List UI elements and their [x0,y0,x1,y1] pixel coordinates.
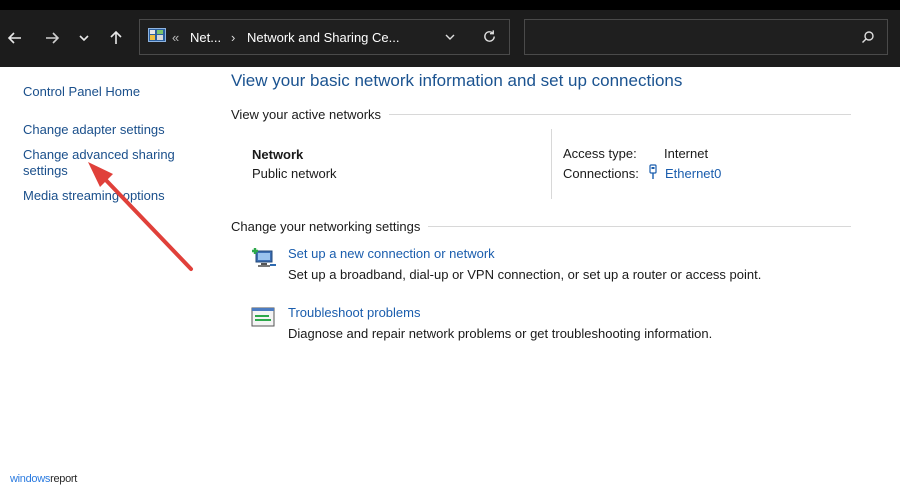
breadcrumb-network-sharing-center[interactable]: Network and Sharing Ce... [247,30,399,45]
title-bar-strip [0,0,900,10]
advanced-sharing-line-1: Change advanced sharing [23,147,175,162]
back-button[interactable] [3,26,27,50]
up-button[interactable] [104,26,128,50]
ethernet-icon [648,164,658,183]
connections-label: Connections: [563,166,639,181]
address-dropdown-button[interactable] [444,31,456,46]
breadcrumb-network[interactable]: Net... [190,30,221,45]
new-connection-icon [250,245,278,274]
navigation-toolbar: « Net... › Network and Sharing Ce... [0,10,900,67]
change-adapter-settings-link[interactable]: Change adapter settings [23,122,165,138]
media-streaming-options-link[interactable]: Media streaming options [23,188,165,204]
breadcrumb-separator[interactable]: › [231,30,235,45]
network-category-link[interactable]: Public network [252,166,337,181]
recent-locations-button[interactable] [72,26,96,50]
change-networking-settings-heading: Change your networking settings [231,219,421,234]
active-networks-section-header: View your active networks [231,107,851,122]
refresh-icon [484,30,495,42]
control-panel-home-link[interactable]: Control Panel Home [23,84,140,100]
watermark-suffix: report [50,473,78,485]
troubleshoot-problems-link[interactable]: Troubleshoot problems [288,305,420,320]
search-icon [861,30,875,47]
address-bar[interactable]: « Net... › Network and Sharing Ce... [139,19,510,55]
troubleshoot-problems-description: Diagnose and repair network problems or … [288,326,713,341]
watermark-logo: windowsreport [10,473,77,485]
back-arrow-icon [7,32,21,44]
advanced-sharing-line-2: settings [23,163,68,178]
forward-arrow-icon [46,32,60,44]
address-overflow[interactable]: « [172,30,179,45]
access-type-value: Internet [664,146,709,161]
change-advanced-sharing-settings-link[interactable]: Change advanced sharing settings [23,147,175,179]
set-up-new-connection-link[interactable]: Set up a new connection or network [288,246,495,261]
network-info-divider [551,129,552,199]
watermark-brand: windows [10,473,51,485]
history-chevron-icon [79,35,89,42]
control-panel-icon [148,28,166,47]
up-arrow-icon [110,30,122,44]
section-divider [428,226,851,227]
networking-settings-section-header: Change your networking settings [231,219,851,234]
troubleshoot-icon [251,306,277,331]
forward-button[interactable] [40,26,64,50]
set-up-new-connection-description: Set up a broadband, dial-up or VPN conne… [288,267,762,282]
page-title: View your basic network information and … [231,71,683,90]
active-networks-heading: View your active networks [231,107,382,122]
search-input[interactable] [524,19,888,55]
ethernet-connection-link[interactable]: Ethernet0 [665,166,721,181]
access-type-label: Access type: [563,146,637,161]
refresh-button[interactable] [482,29,497,47]
section-divider [389,114,851,115]
network-name: Network [252,147,304,162]
dropdown-chevron-icon [445,34,455,40]
